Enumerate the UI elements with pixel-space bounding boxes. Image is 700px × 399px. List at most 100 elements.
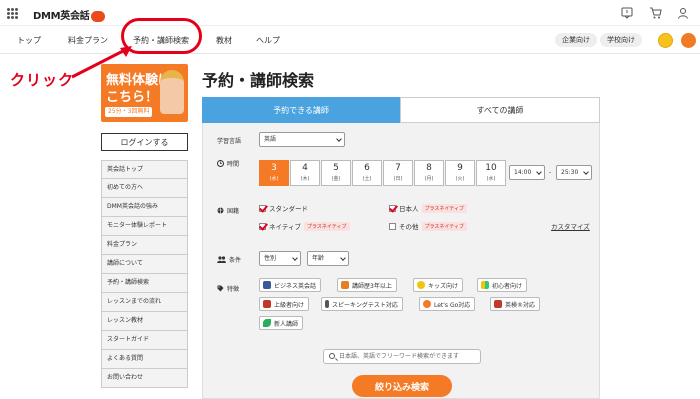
feature-beginner[interactable]: 初心者向け xyxy=(477,278,528,292)
click-annotation: クリック xyxy=(10,71,75,89)
condition-label: 条件 xyxy=(229,257,242,264)
sidebar-item[interactable]: お問い合わせ xyxy=(101,369,188,388)
day-button[interactable]: 6 (土) xyxy=(352,160,382,186)
day-button[interactable]: 10 (水) xyxy=(476,160,506,186)
beginner-mark-icon xyxy=(481,281,489,289)
cart-icon[interactable] xyxy=(648,6,662,20)
login-button[interactable]: ログインする xyxy=(101,133,188,151)
feature-eiken[interactable]: 英検®対応 xyxy=(490,297,541,311)
gender-select[interactable]: 性別 xyxy=(259,251,301,266)
search-placeholder: 日本語、英語でフリーワード検索ができます xyxy=(339,353,460,360)
day-button-selected[interactable]: 3 (水) xyxy=(259,160,289,186)
school-button[interactable]: 学校向け xyxy=(600,33,642,47)
age-select[interactable]: 年齢 xyxy=(307,251,349,266)
sidebar-item[interactable]: レッスン教材 xyxy=(101,312,188,331)
sidebar-item[interactable]: スタートガイド xyxy=(101,331,188,350)
site-logo[interactable]: DMM英会話 xyxy=(33,7,106,22)
people-icon xyxy=(217,256,226,263)
nat-native-option[interactable]: ネイティブ プラスネイティブ xyxy=(259,221,350,231)
keyword-search-input[interactable]: 日本語、英語でフリーワード検索ができます xyxy=(323,349,481,364)
feature-label-wrap: 特徴 xyxy=(217,284,239,293)
feature-experienced[interactable]: 講師歴3年以上 xyxy=(337,278,397,292)
day-number: 6 xyxy=(364,163,370,173)
sidebar-item[interactable]: DMM英会話の強み xyxy=(101,198,188,217)
day-number: 5 xyxy=(333,163,339,173)
corporate-button[interactable]: 企業向け xyxy=(555,33,597,47)
day-of-week: (水) xyxy=(269,176,279,182)
tab-all-teachers[interactable]: すべての講師 xyxy=(400,97,600,123)
day-button[interactable]: 8 (月) xyxy=(414,160,444,186)
feature-business[interactable]: ビジネス英会話 xyxy=(259,278,322,292)
day-of-week: (日) xyxy=(393,176,403,182)
feature-lets-go[interactable]: Let's Go対応 xyxy=(419,297,476,311)
search-icon xyxy=(329,353,335,359)
checkbox-checked[interactable] xyxy=(259,222,266,230)
day-number: 4 xyxy=(302,163,308,173)
feature-advanced[interactable]: 上級者向け xyxy=(259,297,310,311)
checkbox-checked[interactable] xyxy=(389,204,396,212)
sidebar-menu: 英会話トップ 初めての方へ DMM英会話の強み モニター体験レポート 料金プラン… xyxy=(101,160,188,388)
mascot-icon[interactable] xyxy=(681,33,696,48)
sidebar-item[interactable]: 英会話トップ xyxy=(101,160,188,179)
checkbox-unchecked[interactable] xyxy=(389,222,396,230)
tab-available-teachers[interactable]: 予約できる講師 xyxy=(202,97,400,123)
sidebar-item[interactable]: 初めての方へ xyxy=(101,179,188,198)
time-separator: - xyxy=(549,169,552,176)
nav-item-top[interactable]: トップ xyxy=(17,35,41,46)
date-selector: 3 (水) 4 (木) 5 (金) 6 (土) 7 (日) 8 (月) 9 (火) 10 (水) xyxy=(259,160,507,186)
day-of-week: (土) xyxy=(362,176,372,182)
sidebar-item[interactable]: 講師について xyxy=(101,255,188,274)
tag-icon xyxy=(217,285,224,292)
coin-icon[interactable] xyxy=(658,33,673,48)
nat-standard-label: スタンダード xyxy=(269,205,308,213)
language-value: 英語 xyxy=(264,136,277,143)
nationality-label: 国籍 xyxy=(227,208,240,215)
sidebar-item[interactable]: よくある質問 xyxy=(101,350,188,369)
nat-standard-option[interactable]: スタンダード xyxy=(259,203,308,213)
day-number: 10 xyxy=(485,163,497,173)
feature-new-teacher[interactable]: 新人講師 xyxy=(259,316,304,330)
day-number: 9 xyxy=(457,163,463,173)
sprout-icon xyxy=(263,319,271,327)
nationality-label-wrap: 国籍 xyxy=(217,206,239,215)
notice-icon[interactable] xyxy=(620,6,634,20)
language-select[interactable]: 英語 xyxy=(259,132,345,147)
day-button[interactable]: 4 (木) xyxy=(290,160,320,186)
feature-kids[interactable]: キッズ向け xyxy=(413,278,464,292)
apps-grid-icon[interactable] xyxy=(7,8,18,19)
day-of-week: (木) xyxy=(300,176,310,182)
nat-japanese-option[interactable]: 日本人 プラスネイティブ xyxy=(389,203,468,213)
nat-native-label: ネイティブ xyxy=(269,223,301,231)
day-button[interactable]: 7 (日) xyxy=(383,160,413,186)
plus-native-tag: プラスネイティブ xyxy=(421,203,468,213)
free-trial-banner[interactable]: 無料体験は こちら！ 25分・3回無料 xyxy=(101,64,188,122)
time-from-select[interactable]: 14:00 xyxy=(509,165,545,180)
day-button[interactable]: 9 (火) xyxy=(445,160,475,186)
logo-mascot-icon xyxy=(91,10,106,22)
nat-japanese-label: 日本人 xyxy=(399,205,419,213)
checkbox-checked[interactable] xyxy=(259,204,266,212)
feature-speaking-test[interactable]: スピーキングテスト対応 xyxy=(321,297,403,311)
time-to-select[interactable]: 25:30 xyxy=(556,165,592,180)
nav-item-help[interactable]: ヘルプ xyxy=(256,35,280,46)
nat-other-option[interactable]: その他 プラスネイティブ xyxy=(389,221,468,231)
day-number: 7 xyxy=(395,163,401,173)
day-of-week: (金) xyxy=(331,176,341,182)
top-icons xyxy=(620,6,690,20)
sidebar-item[interactable]: 予約・講師検索 xyxy=(101,274,188,293)
user-icon[interactable] xyxy=(676,6,690,20)
gender-value: 性別 xyxy=(264,255,277,262)
top-bar: DMM英会話 xyxy=(0,0,700,26)
sidebar-item[interactable]: レッスンまでの流れ xyxy=(101,293,188,312)
lets-go-icon xyxy=(423,300,431,308)
day-of-week: (水) xyxy=(486,176,496,182)
banner-line2: こちら！ xyxy=(106,90,159,105)
globe-icon xyxy=(217,207,224,214)
customize-link[interactable]: カスタマイズ xyxy=(551,221,590,231)
sidebar-item[interactable]: 料金プラン xyxy=(101,236,188,255)
filter-search-button[interactable]: 絞り込み検索 xyxy=(352,375,452,397)
day-button[interactable]: 5 (金) xyxy=(321,160,351,186)
nav-item-materials[interactable]: 教材 xyxy=(216,35,232,46)
feature-text: 英検®対応 xyxy=(505,301,536,309)
sidebar-item[interactable]: モニター体験レポート xyxy=(101,217,188,236)
